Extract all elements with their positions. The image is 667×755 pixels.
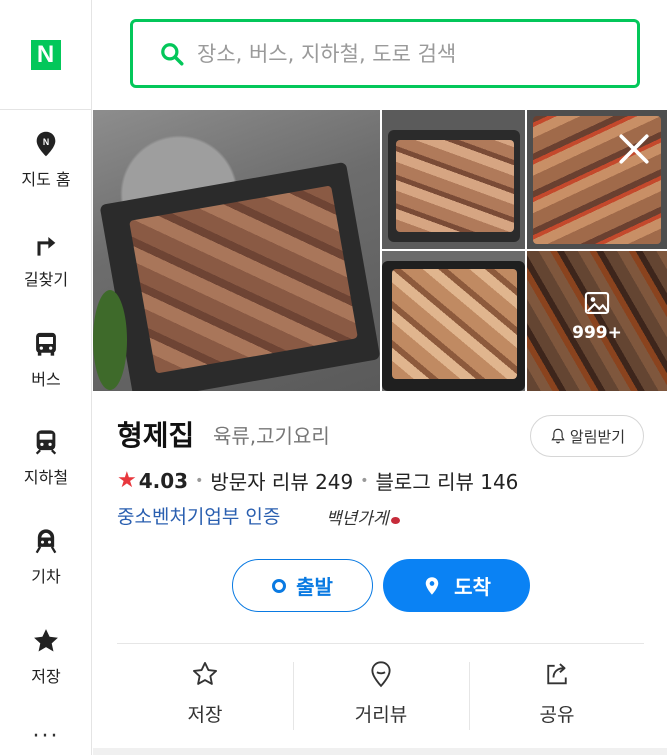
photo-thumbnail[interactable] — [382, 251, 525, 391]
panel-bottom-edge — [93, 748, 667, 755]
bus-icon — [36, 332, 56, 356]
sidebar-item-label: 기차 — [31, 567, 61, 586]
sidebar-item-bus[interactable]: 버스 — [0, 330, 92, 410]
blog-review-link[interactable]: 블로그 리뷰 146 — [376, 466, 519, 495]
street-view-pin-icon — [371, 661, 391, 688]
street-view-button[interactable]: 거리뷰 — [293, 660, 469, 730]
badge-mark-icon — [390, 517, 400, 524]
centennial-store-badge: 백년가게 — [326, 504, 400, 529]
sidebar-item-train[interactable]: 기차 — [0, 527, 92, 607]
certification-link[interactable]: 중소벤처기업부 인증 — [117, 502, 280, 529]
share-label: 공유 — [539, 704, 575, 726]
depart-label: 출발 — [296, 575, 333, 599]
grilled-meat — [392, 269, 517, 379]
sidebar-item-directions[interactable]: 길찾기 — [0, 230, 92, 310]
close-icon[interactable] — [617, 132, 651, 166]
sidebar-item-subway[interactable]: 지하철 — [0, 428, 92, 508]
sidebar-item-label: 지도 홈 — [21, 170, 71, 189]
rating-star-icon: ★ — [117, 468, 137, 493]
divider — [117, 643, 644, 644]
alarm-label: 알림받기 — [569, 427, 626, 446]
share-icon — [547, 663, 567, 685]
search-input[interactable] — [197, 41, 597, 66]
turn-right-arrow-icon — [37, 237, 56, 256]
image-icon — [584, 292, 610, 314]
train-icon — [35, 529, 57, 554]
depart-button[interactable]: 출발 — [232, 559, 373, 612]
separator-dot: • — [360, 472, 369, 489]
share-button[interactable]: 공유 — [469, 660, 645, 730]
sidebar-item-map-home[interactable]: N 지도 홈 — [0, 130, 92, 210]
save-button[interactable]: 저장 — [117, 660, 293, 730]
sidebar-item-saved[interactable]: 저장 — [0, 627, 92, 707]
place-name: 형제집 — [117, 419, 195, 452]
photo-thumbnail[interactable] — [527, 110, 667, 249]
photo-thumbnail[interactable] — [382, 110, 525, 249]
more-photos-overlay[interactable]: 999+ — [527, 289, 667, 343]
sidebar-item-label: 지하철 — [23, 468, 69, 487]
rating-value: 4.03 — [138, 468, 189, 493]
naver-logo-mark[interactable]: N — [30, 39, 61, 70]
place-stats: ★ 4.03 • 방문자 리뷰 249 • 블로그 리뷰 146 — [117, 466, 518, 495]
subway-icon — [35, 430, 57, 455]
photo-count: 999+ — [572, 323, 622, 343]
street-view-label: 거리뷰 — [354, 704, 408, 726]
map-pin-icon: N — [36, 131, 56, 157]
sidebar-item-label: 길찾기 — [23, 270, 69, 289]
sidebar-item-label: 버스 — [31, 370, 61, 389]
svg-text:N: N — [43, 137, 49, 147]
photo-gallery: 999+ — [93, 110, 667, 391]
star-icon — [34, 629, 58, 652]
left-rail: N N 지도 홈 길찾기 버스 지하철 기차 저장 ··· — [0, 0, 92, 755]
main-photo[interactable] — [93, 110, 380, 391]
bell-icon — [551, 428, 565, 444]
grilled-meat — [396, 140, 514, 232]
search-box[interactable] — [130, 19, 640, 88]
alarm-button[interactable]: 알림받기 — [530, 415, 644, 457]
separator-dot: • — [195, 472, 204, 489]
sidebar-item-label: 저장 — [31, 667, 61, 686]
search-icon — [161, 42, 184, 65]
star-outline-icon — [192, 661, 218, 685]
arrive-label: 도착 — [454, 575, 491, 599]
arrive-button[interactable]: 도착 — [383, 559, 530, 612]
save-label: 저장 — [187, 704, 223, 726]
naver-logo[interactable]: N — [0, 0, 91, 110]
place-category: 육류,고기요리 — [213, 424, 330, 448]
origin-dot-icon — [272, 578, 287, 593]
more-menu-button[interactable]: ··· — [0, 724, 92, 749]
location-pin-icon — [425, 576, 439, 595]
visitor-review-link[interactable]: 방문자 리뷰 249 — [210, 466, 353, 495]
side-dish — [93, 290, 127, 390]
photo-thumbnail-more[interactable]: 999+ — [527, 251, 667, 391]
